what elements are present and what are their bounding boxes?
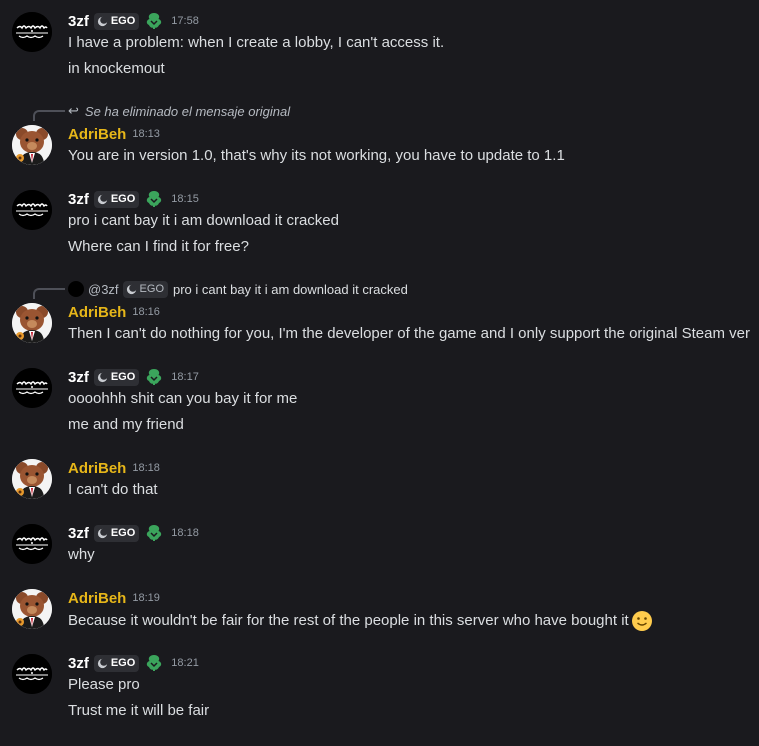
author-name[interactable]: 3zf	[68, 655, 89, 672]
timestamp: 17:58	[171, 15, 199, 27]
message-header: AdriBeh 18:13	[68, 124, 160, 144]
reply-mention[interactable]: @3zf	[88, 282, 119, 297]
message-text: in knockemout	[68, 60, 165, 77]
message-header: AdriBeh 18:18	[68, 458, 160, 478]
author-name[interactable]: AdriBeh	[68, 304, 126, 321]
message-text: I have a problem: when I create a lobby,…	[68, 34, 445, 51]
moon-icon	[97, 194, 108, 205]
timestamp: 18:15	[171, 193, 199, 205]
hatchling-badge-icon[interactable]	[145, 654, 163, 672]
reply-arrow-icon: ↩	[68, 103, 79, 118]
hatchling-badge-icon[interactable]	[145, 524, 163, 542]
avatar[interactable]	[12, 589, 52, 629]
server-tag[interactable]: EGO	[93, 190, 140, 208]
avatar[interactable]	[12, 12, 52, 52]
message-text: Because it wouldn't be fair for the rest…	[68, 610, 653, 632]
avatar[interactable]	[12, 524, 52, 564]
author-name[interactable]: AdriBeh	[68, 590, 126, 607]
moon-icon	[97, 658, 108, 669]
reply-spine	[33, 288, 65, 299]
timestamp: 18:17	[171, 371, 199, 383]
timestamp: 18:19	[132, 592, 160, 604]
reply-preview[interactable]: ↩ Se ha eliminado el mensaje original	[68, 102, 290, 120]
message-text-content: Because it wouldn't be fair for the rest…	[68, 611, 629, 629]
moon-icon	[97, 372, 108, 383]
message-header: 3zf EGO 18:15	[68, 189, 199, 209]
author-name[interactable]: AdriBeh	[68, 460, 126, 477]
message-text: me and my friend	[68, 416, 184, 433]
message-text: pro i cant bay it i am download it crack…	[68, 212, 339, 229]
message-text: why	[68, 546, 95, 563]
reply-avatar	[68, 281, 84, 297]
server-tag[interactable]: EGO	[122, 280, 168, 298]
message-text: Trust me it will be fair	[68, 702, 210, 719]
reply-text: pro i cant bay it i am download it crack…	[173, 281, 408, 297]
avatar[interactable]	[12, 125, 52, 165]
avatar[interactable]	[12, 190, 52, 230]
message-text: Please pro	[68, 676, 140, 693]
author-name[interactable]: AdriBeh	[68, 126, 126, 143]
reply-preview[interactable]: @3zf EGO pro i cant bay it i am download…	[68, 280, 408, 298]
message-header: 3zf EGO 18:18	[68, 523, 199, 543]
slightly-smiling-face-icon[interactable]	[631, 610, 653, 632]
avatar[interactable]	[12, 459, 52, 499]
server-tag[interactable]: EGO	[93, 12, 140, 30]
author-name[interactable]: 3zf	[68, 191, 89, 208]
server-tag[interactable]: EGO	[93, 654, 140, 672]
hatchling-badge-icon[interactable]	[145, 12, 163, 30]
message-text: I can't do that	[68, 481, 158, 498]
reply-spine	[33, 110, 65, 121]
server-tag[interactable]: EGO	[93, 368, 140, 386]
deleted-reply-text: Se ha eliminado el mensaje original	[84, 103, 291, 119]
message-text: Then I can't do nothing for you, I'm the…	[68, 325, 750, 342]
avatar[interactable]	[12, 654, 52, 694]
message-header: 3zf EGO 18:17	[68, 367, 199, 387]
hatchling-badge-icon[interactable]	[145, 368, 163, 386]
message-text: Where can I find it for free?	[68, 238, 249, 255]
moon-icon	[97, 16, 108, 27]
message-text: oooohhh shit can you bay it for me	[68, 390, 298, 407]
hatchling-badge-icon[interactable]	[145, 190, 163, 208]
message-header: 3zf EGO 18:21	[68, 653, 199, 673]
moon-icon	[126, 284, 137, 295]
avatar[interactable]	[12, 303, 52, 343]
message-header: AdriBeh 18:16	[68, 302, 160, 322]
avatar[interactable]	[12, 368, 52, 408]
message-header: 3zf EGO 17:58	[68, 11, 199, 31]
message-header: AdriBeh 18:19	[68, 588, 160, 608]
moon-icon	[97, 528, 108, 539]
timestamp: 18:21	[171, 657, 199, 669]
timestamp: 18:18	[171, 527, 199, 539]
timestamp: 18:16	[132, 306, 160, 318]
server-tag[interactable]: EGO	[93, 524, 140, 542]
author-name[interactable]: 3zf	[68, 369, 89, 386]
timestamp: 18:18	[132, 462, 160, 474]
author-name[interactable]: 3zf	[68, 525, 89, 542]
timestamp: 18:13	[132, 128, 160, 140]
message-text: You are in version 1.0, that's why its n…	[68, 147, 565, 164]
author-name[interactable]: 3zf	[68, 13, 89, 30]
